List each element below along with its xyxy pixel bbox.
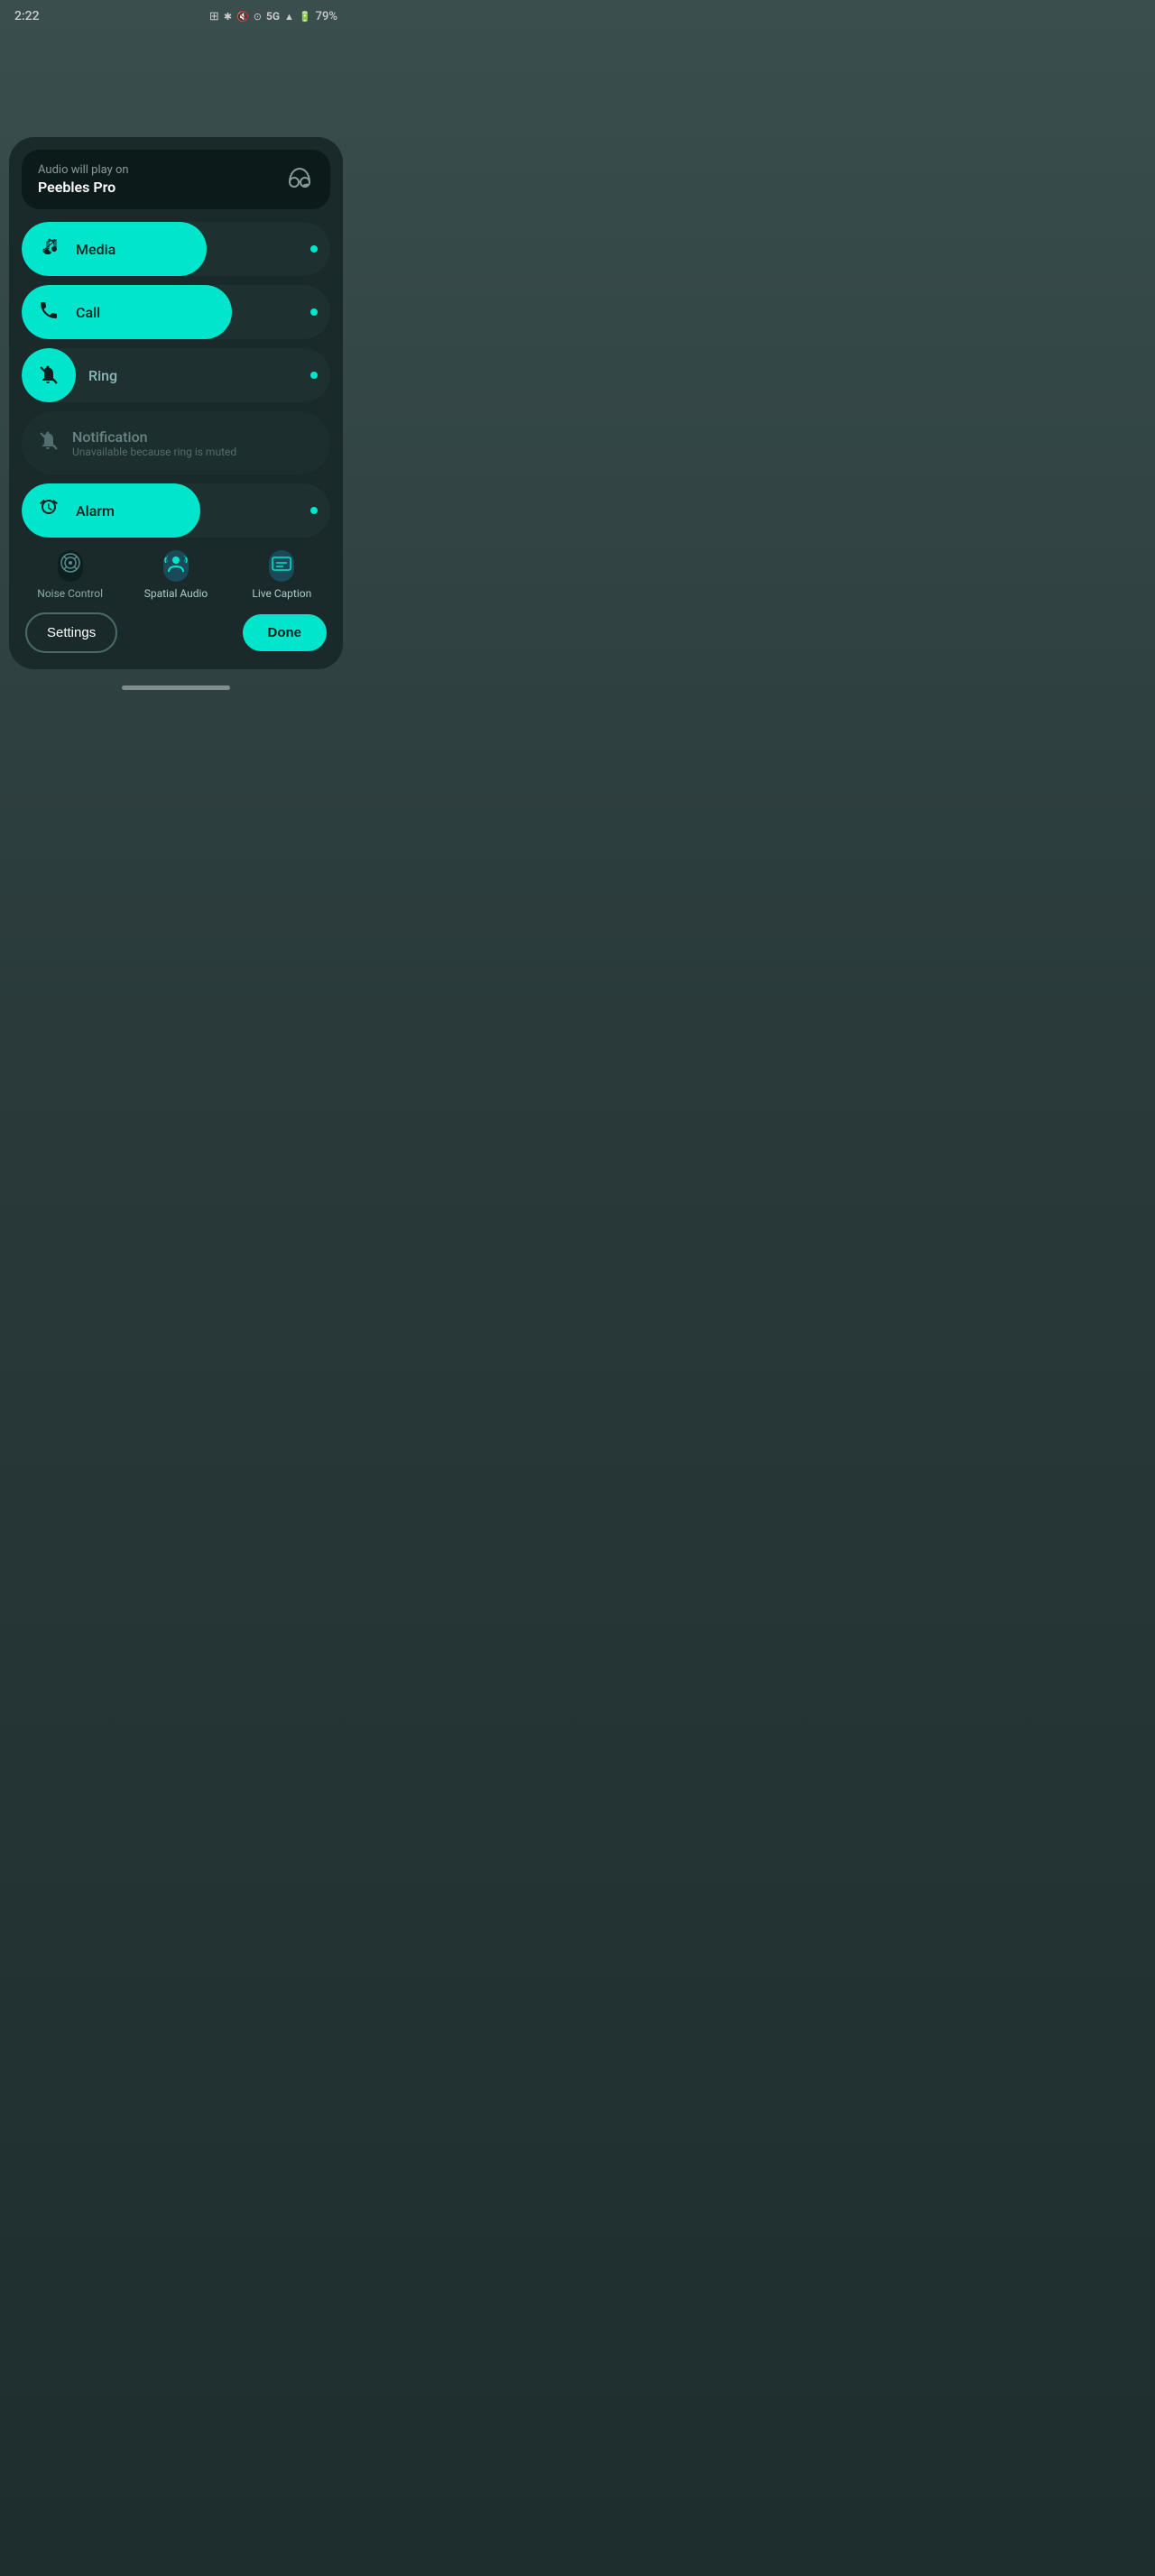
ring-dot bbox=[310, 372, 318, 379]
alarm-label: Alarm bbox=[76, 502, 115, 520]
ring-volume-slider[interactable]: Ring bbox=[22, 348, 330, 402]
ring-mute-icon bbox=[22, 348, 76, 402]
notification-text: Notification Unavailable because ring is… bbox=[72, 428, 236, 458]
noise-control-button[interactable] bbox=[58, 550, 83, 582]
bluetooth-icon: ✱ bbox=[224, 11, 232, 23]
spatial-audio-icon bbox=[163, 550, 189, 582]
bottom-buttons: Settings Done bbox=[22, 612, 330, 653]
battery-icon: 🔋 bbox=[299, 11, 311, 23]
call-dot bbox=[310, 308, 318, 316]
glasses-icon: ⊞ bbox=[209, 10, 219, 23]
quick-actions: Noise Control Spatial Audio bbox=[22, 550, 330, 600]
call-icon bbox=[22, 299, 76, 326]
main-panel: Audio will play on Peebles Pro Media bbox=[9, 137, 343, 669]
signal-icon: ▲ bbox=[284, 11, 294, 23]
status-time: 2:22 bbox=[14, 9, 40, 23]
audio-device-card: Audio will play on Peebles Pro bbox=[22, 150, 330, 209]
status-bar: 2:22 ⊞ ✱ 🔇 ⊙ 5G ▲ 🔋 79% bbox=[0, 0, 352, 29]
media-label: Media bbox=[76, 241, 116, 258]
noise-control-wrapper: Noise Control bbox=[22, 550, 118, 600]
ring-label: Ring bbox=[88, 367, 117, 384]
media-volume-slider[interactable]: Media bbox=[22, 222, 330, 276]
home-bar bbox=[122, 685, 230, 690]
notification-mute-icon bbox=[38, 430, 60, 456]
notification-sublabel: Unavailable because ring is muted bbox=[72, 446, 236, 458]
spatial-audio-wrapper: Spatial Audio bbox=[127, 550, 224, 600]
live-caption-button[interactable] bbox=[269, 550, 294, 582]
status-icons: ⊞ ✱ 🔇 ⊙ 5G ▲ 🔋 79% bbox=[209, 10, 337, 23]
call-label: Call bbox=[76, 304, 100, 321]
call-volume-slider[interactable]: Call bbox=[22, 285, 330, 339]
notification-label: Notification bbox=[72, 428, 236, 446]
audio-will-play-label: Audio will play on bbox=[38, 163, 129, 177]
noise-control-icon bbox=[58, 550, 83, 582]
done-button[interactable]: Done bbox=[243, 614, 328, 651]
alarm-volume-slider[interactable]: Alarm bbox=[22, 483, 330, 538]
media-icon bbox=[22, 236, 76, 262]
alarm-icon bbox=[22, 498, 76, 524]
notification-row: Notification Unavailable because ring is… bbox=[22, 411, 330, 474]
noise-control-label: Noise Control bbox=[37, 587, 103, 600]
home-indicator bbox=[0, 678, 352, 694]
cast-icon: ⊙ bbox=[254, 11, 262, 23]
audio-device-name: Peebles Pro bbox=[38, 179, 129, 196]
headphone-icon[interactable] bbox=[285, 162, 314, 197]
network-label: 5G bbox=[266, 10, 280, 23]
mute-icon: 🔇 bbox=[236, 11, 249, 23]
battery-percent: 79% bbox=[316, 10, 337, 23]
audio-device-text: Audio will play on Peebles Pro bbox=[38, 163, 129, 196]
spatial-audio-label: Spatial Audio bbox=[144, 587, 208, 600]
live-caption-wrapper: Live Caption bbox=[234, 550, 330, 600]
alarm-dot bbox=[310, 507, 318, 514]
live-caption-label: Live Caption bbox=[252, 587, 311, 600]
settings-button[interactable]: Settings bbox=[25, 612, 117, 653]
media-dot bbox=[310, 245, 318, 253]
live-caption-icon bbox=[269, 550, 294, 582]
spatial-audio-button[interactable] bbox=[163, 550, 189, 582]
